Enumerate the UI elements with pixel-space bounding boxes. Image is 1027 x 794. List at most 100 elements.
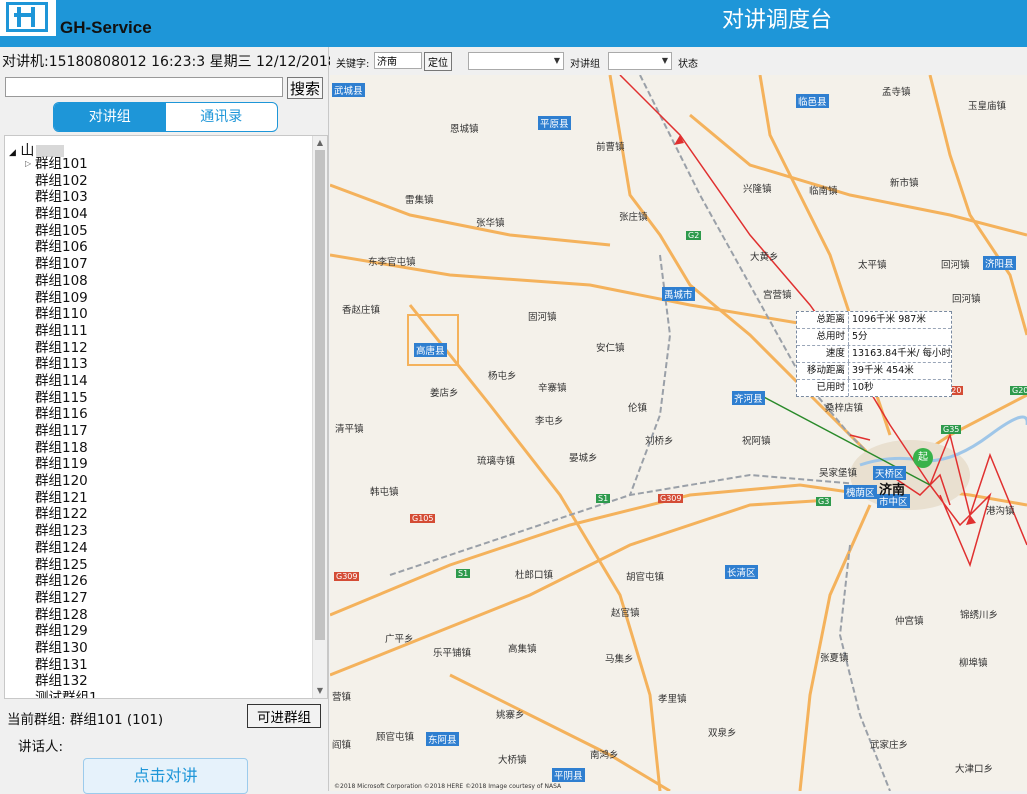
group-item[interactable]: 群组124 xyxy=(35,540,98,557)
group-label: 群组125 xyxy=(35,556,88,573)
group-item[interactable]: 群组126 xyxy=(35,573,98,590)
talk-button[interactable]: 点击对讲 xyxy=(83,758,248,794)
group-select[interactable]: ▼ xyxy=(608,52,672,70)
group-item[interactable]: 群组117 xyxy=(35,423,98,440)
group-item[interactable]: 群组120 xyxy=(35,473,98,490)
group-item[interactable]: 群组125 xyxy=(35,557,98,574)
start-marker-icon[interactable]: 起 xyxy=(913,448,933,468)
search-button[interactable]: 搜索 xyxy=(287,77,323,99)
city-label: 齐河县 xyxy=(732,391,765,405)
town-label: 双泉乡 xyxy=(708,728,737,739)
town-label: 祝阿镇 xyxy=(742,436,771,447)
town-label: 姚寨乡 xyxy=(496,710,525,721)
town-label: 杜郎口镇 xyxy=(515,570,554,581)
app-header: GH-Service 对讲调度台 xyxy=(0,0,1027,47)
group-label: 群组113 xyxy=(35,356,88,373)
town-label: 太平镇 xyxy=(858,260,887,271)
town-label: 回河镇 xyxy=(952,294,981,305)
town-label: 阎镇 xyxy=(332,740,352,751)
main-city-label: 济南 xyxy=(879,483,906,498)
group-label: 对讲组 xyxy=(570,59,600,70)
town-label: 新市镇 xyxy=(890,178,919,189)
town-label: 顾官屯镇 xyxy=(376,732,415,743)
group-label: 群组105 xyxy=(35,222,88,239)
city-label: 长清区 xyxy=(725,565,758,579)
town-label: 辛寨镇 xyxy=(538,383,567,394)
group-label: 群组107 xyxy=(35,256,88,273)
group-label: 群组128 xyxy=(35,606,88,623)
tab-intercom-group[interactable]: 对讲组 xyxy=(54,103,166,131)
scroll-up-icon[interactable]: ▲ xyxy=(313,136,327,150)
town-label: 桑梓店镇 xyxy=(825,403,864,414)
town-label: 仲宫镇 xyxy=(895,616,924,627)
town-label: 兴隆镇 xyxy=(743,184,772,195)
group-item[interactable]: 群组119 xyxy=(35,456,98,473)
group-label: 群组116 xyxy=(35,406,88,423)
town-label: 恩城镇 xyxy=(450,124,479,135)
filter-select[interactable]: ▼ xyxy=(468,52,564,70)
group-item[interactable]: 群组110 xyxy=(35,306,98,323)
city-label: 平阴县 xyxy=(552,768,585,782)
city-label: 平原县 xyxy=(538,116,571,130)
scroll-down-icon[interactable]: ▼ xyxy=(313,684,327,698)
town-label: 张庄镇 xyxy=(619,212,648,223)
scroll-thumb[interactable] xyxy=(315,150,325,640)
group-item[interactable]: 群组102 xyxy=(35,173,98,190)
group-label: 群组119 xyxy=(35,456,88,473)
group-item[interactable]: 测试群组1 xyxy=(35,690,98,698)
tree-scrollbar[interactable]: ▲ ▼ xyxy=(312,136,327,698)
road-label: G35 xyxy=(941,425,962,434)
group-label: 群组127 xyxy=(35,589,88,606)
town-label: 大津口乡 xyxy=(955,764,994,775)
city-label: 禹城市 xyxy=(662,287,695,301)
map-view[interactable]: 武城县 平原县 临邑县 济阳县 禹城市 高唐县 齐河县 天桥区 槐荫区 市中区 … xyxy=(330,75,1027,791)
group-item[interactable]: 群组116 xyxy=(35,406,98,423)
group-item[interactable]: 群组104 xyxy=(35,206,98,223)
group-item[interactable]: 群组112 xyxy=(35,340,98,357)
town-label: 孟寺镇 xyxy=(882,87,911,98)
group-item[interactable]: 群组105 xyxy=(35,223,98,240)
group-item[interactable]: 群组129 xyxy=(35,623,98,640)
status-line: 对讲机:15180808012 16:23:3 星期三 12/12/2018 xyxy=(2,54,337,70)
tab-switcher: 对讲组 通讯录 xyxy=(53,102,278,132)
group-item[interactable]: 群组109 xyxy=(35,290,98,307)
group-item[interactable]: 群组122 xyxy=(35,506,98,523)
group-item[interactable]: ▷ 群组101 xyxy=(25,156,98,173)
town-label: 马集乡 xyxy=(605,654,634,665)
chevron-down-icon: ▼ xyxy=(553,56,560,65)
collapse-icon[interactable]: ◢ xyxy=(9,148,16,158)
group-item[interactable]: 群组107 xyxy=(35,256,98,273)
group-item[interactable]: 群组114 xyxy=(35,373,98,390)
group-item[interactable]: 群组115 xyxy=(35,390,98,407)
road-label: S1 xyxy=(596,494,611,503)
group-label: 群组104 xyxy=(35,206,88,223)
group-item[interactable]: 群组113 xyxy=(35,356,98,373)
group-item[interactable]: 群组131 xyxy=(35,657,98,674)
town-label: 吴家堡镇 xyxy=(819,468,858,479)
group-item[interactable]: 群组108 xyxy=(35,273,98,290)
group-item[interactable]: 群组121 xyxy=(35,490,98,507)
locate-button[interactable]: 定位 xyxy=(424,52,452,71)
group-list: ▷ 群组101 群组102 群组103 群组104 群组105 群组106 群组107 群组10… xyxy=(25,156,98,698)
city-label: 高唐县 xyxy=(414,343,447,357)
city-label: 济阳县 xyxy=(983,256,1016,270)
group-item[interactable]: 群组127 xyxy=(35,590,98,607)
group-item[interactable]: 群组118 xyxy=(35,440,98,457)
expand-icon[interactable]: ▷ xyxy=(25,156,31,173)
group-item[interactable]: 群组123 xyxy=(35,523,98,540)
group-label: 群组108 xyxy=(35,272,88,289)
tab-contacts[interactable]: 通讯录 xyxy=(166,103,278,131)
town-label: 韩屯镇 xyxy=(370,487,399,498)
search-input[interactable] xyxy=(5,77,283,97)
town-label: 临南镇 xyxy=(809,186,838,197)
group-item[interactable]: 群组132 xyxy=(35,673,98,690)
keyword-input[interactable] xyxy=(374,52,422,69)
group-item[interactable]: 群组106 xyxy=(35,239,98,256)
enter-group-button[interactable]: 可进群组 xyxy=(247,704,321,728)
group-label: 群组101 xyxy=(35,156,88,172)
group-item[interactable]: 群组130 xyxy=(35,640,98,657)
group-item[interactable]: 群组103 xyxy=(35,189,98,206)
sidebar: 对讲机:15180808012 16:23:3 星期三 12/12/2018 搜… xyxy=(0,47,337,794)
group-item[interactable]: 群组128 xyxy=(35,607,98,624)
group-item[interactable]: 群组111 xyxy=(35,323,98,340)
